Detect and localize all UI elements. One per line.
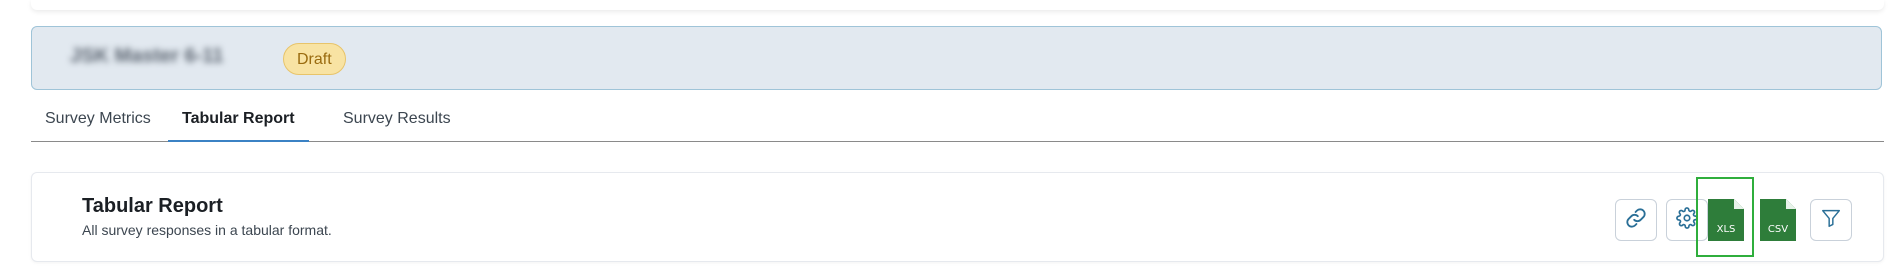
export-xls-button[interactable]: XLS [1708,199,1744,241]
copy-link-button[interactable] [1615,199,1657,241]
tab-survey-results[interactable]: Survey Results [329,100,465,141]
xls-label: XLS [1716,224,1736,235]
report-subtitle: All survey responses in a tabular format… [82,222,332,238]
export-csv-button[interactable]: CSV [1760,199,1796,241]
survey-title: JSK Master 6-11 [70,45,224,67]
link-icon [1625,207,1647,234]
filter-icon [1820,207,1842,234]
report-settings-button[interactable] [1666,199,1708,241]
filter-button[interactable] [1810,199,1852,241]
tab-tabular-report[interactable]: Tabular Report [168,100,309,142]
report-card: Tabular Report All survey responses in a… [31,172,1884,262]
top-panel-edge [31,0,1884,10]
survey-header: JSK Master 6-11 Draft [31,26,1882,90]
status-badge: Draft [283,43,346,75]
csv-label: CSV [1767,224,1789,235]
tab-survey-metrics[interactable]: Survey Metrics [31,100,165,141]
report-tabs: Survey Metrics Tabular Report Survey Res… [31,100,1884,142]
gear-icon [1676,206,1698,234]
report-title: Tabular Report [82,195,223,217]
